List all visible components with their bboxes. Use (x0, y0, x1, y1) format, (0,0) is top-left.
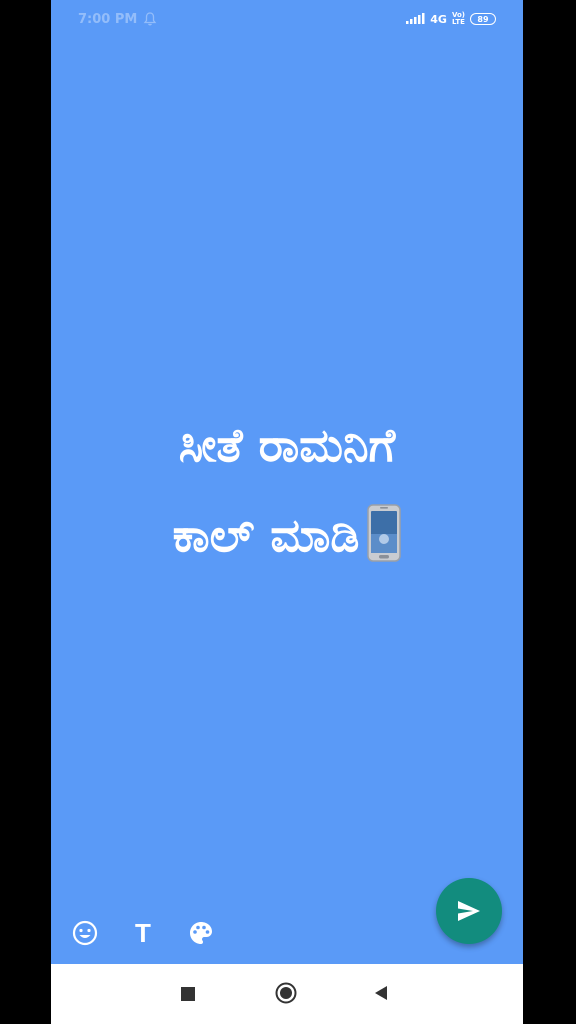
status-text-line-2-wrap: ಕಾಲ್ ಮಾಡಿ (51, 490, 523, 580)
emoji-button[interactable] (71, 919, 99, 947)
system-navigation-bar (51, 964, 523, 1024)
send-button[interactable] (436, 878, 502, 944)
status-bar: 7:00 PM 4G Vo) LTE 89 (51, 0, 523, 40)
recent-apps-button[interactable] (181, 987, 195, 1001)
status-text-line-1: ಸೀತೆ ರಾಮನಿಗೆ (178, 418, 396, 472)
color-palette-button[interactable] (187, 919, 215, 947)
emoji-icon (72, 920, 98, 946)
back-button[interactable] (374, 985, 388, 1001)
status-composer-screen: 7:00 PM 4G Vo) LTE 89 ಸೀತೆ ರಾಮನಿಗೆ ಕಾಲ್ … (51, 0, 523, 1024)
send-icon (458, 901, 480, 921)
mobile-phone-icon (367, 503, 402, 562)
status-right-group: 4G Vo) LTE 89 (405, 12, 496, 26)
notification-bell-icon (143, 12, 157, 26)
battery-indicator: 89 (470, 13, 496, 25)
network-type-label: 4G (430, 12, 447, 26)
status-time: 7:00 PM (78, 12, 138, 27)
volte-indicator: Vo) LTE (452, 12, 465, 26)
status-text-line-2: ಕಾಲ್ ಮಾಡಿ (172, 508, 360, 562)
signal-strength-icon (406, 13, 425, 24)
palette-icon (190, 922, 212, 944)
bottom-toolbar: T (71, 918, 245, 948)
text-tool-icon: T (135, 917, 151, 948)
text-tool-button[interactable]: T (129, 917, 157, 948)
status-text-content[interactable]: ಸೀತೆ ರಾಮನಿಗೆ ಕಾಲ್ ಮಾಡಿ (51, 400, 523, 580)
volte-bottom: LTE (452, 18, 465, 26)
home-button[interactable] (275, 982, 297, 1004)
